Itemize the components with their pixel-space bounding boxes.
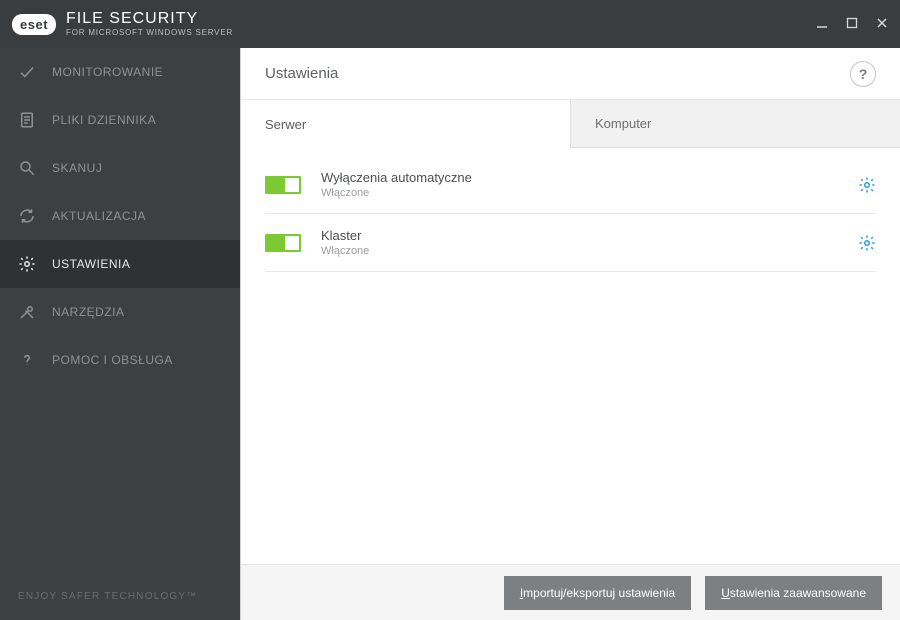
setting-row-text: Klaster Włączone (321, 228, 858, 257)
gear-icon (18, 255, 36, 273)
gear-icon[interactable] (858, 176, 876, 194)
help-icon (18, 351, 36, 369)
sidebar-footer-tagline: ENJOY SAFER TECHNOLOGY™ (0, 573, 240, 620)
refresh-icon (18, 207, 36, 225)
sidebar-item-help[interactable]: POMOC I OBSŁUGA (0, 336, 240, 384)
title-text: FILE SECURITY FOR MICROSOFT WINDOWS SERV… (66, 11, 233, 37)
close-button[interactable] (876, 17, 888, 32)
toggle-cluster[interactable] (265, 234, 301, 252)
search-icon (18, 159, 36, 177)
app-subtitle: FOR MICROSOFT WINDOWS SERVER (66, 29, 233, 37)
sidebar-item-scan[interactable]: SKANUJ (0, 144, 240, 192)
sidebar-item-update[interactable]: AKTUALIZACJA (0, 192, 240, 240)
sidebar-item-label: USTAWIENIA (52, 257, 130, 271)
check-icon (18, 63, 36, 81)
tab-server[interactable]: Serwer (241, 100, 570, 148)
main-panel: Ustawienia ? Serwer Komputer Wyłączenia … (240, 48, 900, 620)
titlebar: eset FILE SECURITY FOR MICROSOFT WINDOWS… (0, 0, 900, 48)
button-label-rest: mportuj/eksportuj ustawienia (523, 586, 675, 600)
sidebar-item-label: AKTUALIZACJA (52, 209, 146, 223)
bottom-actions: Importuj/eksportuj ustawienia Ustawienia… (241, 564, 900, 620)
sidebar: MONITOROWANIE PLIKI DZIENNIKA SKANUJ AKT… (0, 48, 240, 620)
sidebar-item-settings[interactable]: USTAWIENIA (0, 240, 240, 288)
sidebar-item-tools[interactable]: NARZĘDZIA (0, 288, 240, 336)
sidebar-list: MONITOROWANIE PLIKI DZIENNIKA SKANUJ AKT… (0, 48, 240, 573)
tabs: Serwer Komputer (241, 100, 900, 148)
settings-list: Wyłączenia automatyczne Włączone Klaster… (241, 148, 900, 564)
setting-row-cluster: Klaster Włączone (265, 214, 876, 272)
page-header: Ustawienia ? (241, 48, 900, 100)
button-label-rest: stawienia zaawansowane (730, 586, 866, 600)
app-title: FILE SECURITY (66, 11, 233, 27)
sidebar-item-label: NARZĘDZIA (52, 305, 125, 319)
setting-status: Włączone (321, 187, 858, 199)
sidebar-item-monitoring[interactable]: MONITOROWANIE (0, 48, 240, 96)
import-export-button[interactable]: Importuj/eksportuj ustawienia (504, 576, 691, 610)
sidebar-item-label: PLIKI DZIENNIKA (52, 113, 156, 127)
gear-icon[interactable] (858, 234, 876, 252)
window-controls (816, 17, 888, 32)
setting-title: Klaster (321, 228, 858, 243)
setting-status: Włączone (321, 245, 858, 257)
sidebar-item-label: POMOC I OBSŁUGA (52, 353, 173, 367)
toggle-auto-exclusions[interactable] (265, 176, 301, 194)
setting-title: Wyłączenia automatyczne (321, 170, 858, 185)
accelerator-letter: U (721, 586, 730, 600)
page-title: Ustawienia (265, 65, 850, 82)
advanced-settings-button[interactable]: Ustawienia zaawansowane (705, 576, 882, 610)
tab-computer[interactable]: Komputer (570, 100, 900, 148)
sidebar-item-label: SKANUJ (52, 161, 102, 175)
eset-logo-badge: eset (12, 14, 56, 35)
document-icon (18, 111, 36, 129)
help-button[interactable]: ? (850, 61, 876, 87)
sidebar-item-label: MONITOROWANIE (52, 65, 163, 79)
sidebar-item-logfiles[interactable]: PLIKI DZIENNIKA (0, 96, 240, 144)
maximize-button[interactable] (846, 17, 858, 32)
setting-row-auto-exclusions: Wyłączenia automatyczne Włączone (265, 156, 876, 214)
minimize-button[interactable] (816, 17, 828, 32)
setting-row-text: Wyłączenia automatyczne Włączone (321, 170, 858, 199)
tools-icon (18, 303, 36, 321)
